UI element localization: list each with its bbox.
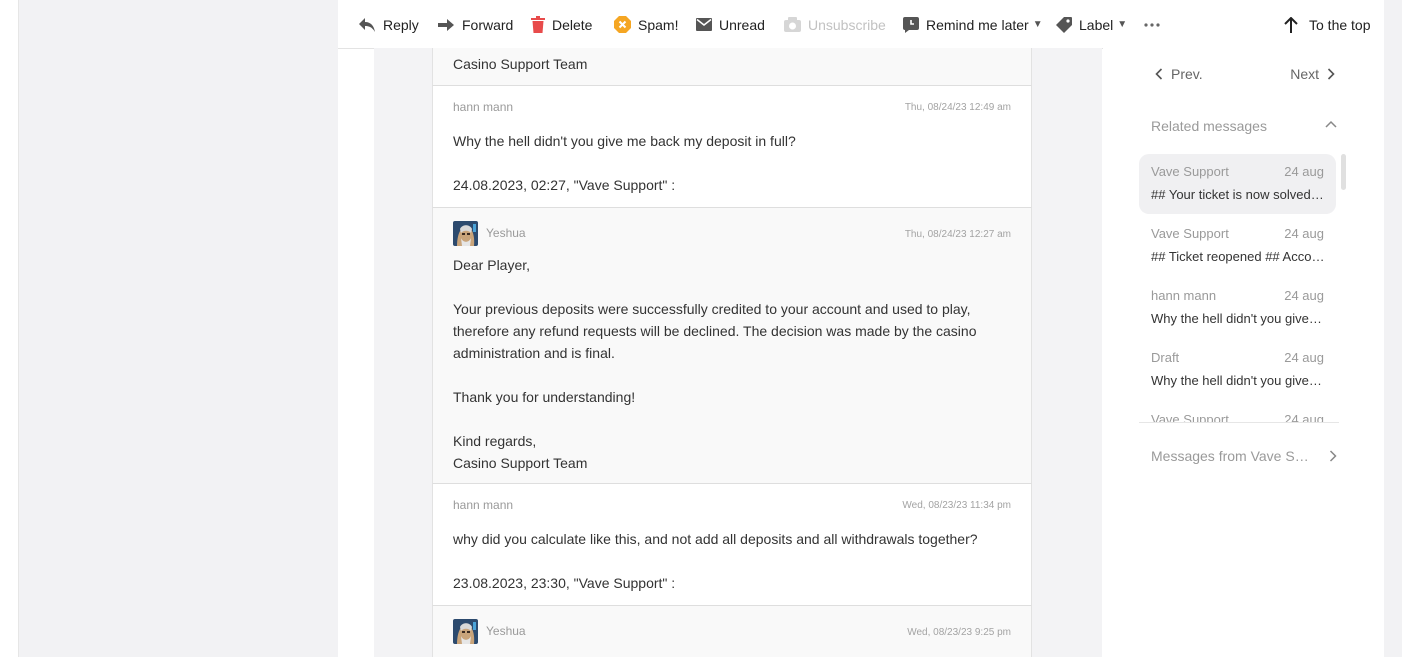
chevron-down-icon: ▼ bbox=[1032, 19, 1043, 30]
message-date: Wed, 08/23/23 9:25 pm bbox=[907, 627, 1011, 638]
quoted-message-partial: Casino Support Team bbox=[432, 48, 1032, 86]
related-from: Vave Support bbox=[1151, 226, 1229, 241]
related-date: 24 aug bbox=[1284, 288, 1324, 303]
reminder-clock-icon bbox=[903, 16, 919, 33]
messages-from-sender-link[interactable]: Messages from Vave Support bbox=[1151, 448, 1337, 464]
message-author: hann mann bbox=[453, 100, 514, 114]
more-actions-button[interactable] bbox=[1144, 1, 1160, 48]
greeting-text: Dear Player, bbox=[453, 257, 531, 273]
message-line: why did you calculate like this, and not… bbox=[453, 531, 978, 547]
to-top-label: To the top bbox=[1309, 16, 1371, 33]
more-dots-icon bbox=[1144, 22, 1160, 27]
list-item[interactable]: Vave Support 24 aug bbox=[1139, 402, 1336, 423]
message-date: Wed, 08/23/23 11:34 pm bbox=[902, 500, 1011, 511]
message-thread: Casino Support Team hann mann Thu, 08/24… bbox=[432, 48, 1032, 657]
spam-icon bbox=[614, 16, 631, 33]
signature-text: Casino Support Team bbox=[453, 56, 588, 72]
message-author: Yeshua bbox=[486, 624, 526, 638]
reply-button[interactable]: Reply bbox=[358, 1, 419, 48]
related-title: Related messages bbox=[1151, 118, 1267, 134]
remind-later-button[interactable]: Remind me later ▼ bbox=[903, 1, 1043, 48]
related-date: 24 aug bbox=[1284, 350, 1324, 365]
chevron-down-icon: ▼ bbox=[1117, 19, 1128, 30]
thanks-text: Thank you for understanding! bbox=[453, 389, 636, 405]
next-label: Next bbox=[1290, 66, 1319, 82]
forward-button[interactable]: Forward bbox=[437, 1, 513, 48]
related-date: 24 aug bbox=[1284, 164, 1324, 179]
quote-header: 24.08.2023, 02:27, "Vave Support" : bbox=[453, 177, 676, 193]
related-from: Vave Support bbox=[1151, 164, 1229, 179]
message-date: Thu, 08/24/23 12:27 am bbox=[904, 229, 1011, 240]
chevron-left-icon bbox=[1155, 68, 1163, 80]
related-messages-list: Vave Support 24 aug ## Your ticket is no… bbox=[1139, 152, 1339, 423]
remind-later-label: Remind me later bbox=[926, 16, 1029, 33]
related-snippet: ## Your ticket is now solved ## bbox=[1151, 187, 1325, 202]
delete-button[interactable]: Delete bbox=[531, 1, 592, 48]
message-toolbar: Reply Forward Delete Spam! Unread Unsubs… bbox=[338, 1, 1384, 49]
next-message-button[interactable]: Next bbox=[1290, 66, 1335, 82]
unsubscribe-label: Unsubscribe bbox=[808, 16, 886, 33]
trash-icon bbox=[531, 16, 545, 33]
message-line: Why the hell didn't you give me back my … bbox=[453, 133, 796, 149]
forward-icon bbox=[438, 18, 454, 31]
related-messages-toggle[interactable]: Related messages bbox=[1151, 118, 1337, 134]
related-from: Draft bbox=[1151, 350, 1180, 365]
unsubscribe-icon bbox=[784, 17, 801, 32]
left-margin bbox=[19, 0, 338, 657]
messages-from-label: Messages from Vave Support bbox=[1151, 448, 1313, 464]
prev-label: Prev. bbox=[1171, 66, 1203, 82]
thread-message[interactable]: Yeshua Wed, 08/23/23 9:25 pm bbox=[432, 606, 1032, 657]
delete-label: Delete bbox=[552, 16, 593, 33]
unread-button[interactable]: Unread bbox=[696, 1, 765, 48]
forward-label: Forward bbox=[462, 16, 514, 33]
spam-label: Spam! bbox=[638, 16, 679, 33]
related-from: Vave Support bbox=[1151, 412, 1229, 423]
side-panel: Prev. Next Related messages Vave Support… bbox=[1103, 48, 1384, 657]
avatar bbox=[453, 619, 478, 644]
message-author: Yeshua bbox=[486, 226, 526, 240]
message-view: Reply Forward Delete Spam! Unread Unsubs… bbox=[338, 0, 1384, 657]
list-item[interactable]: Vave Support 24 aug ## Your ticket is no… bbox=[1139, 154, 1336, 214]
thread-message[interactable]: hann mann Wed, 08/23/23 11:34 pm why did… bbox=[432, 484, 1032, 606]
prev-message-button[interactable]: Prev. bbox=[1155, 66, 1203, 82]
left-edge bbox=[0, 0, 19, 657]
regards-text: Kind regards, bbox=[453, 433, 537, 449]
spam-button[interactable]: Spam! bbox=[614, 1, 678, 48]
arrow-up-icon bbox=[1284, 16, 1298, 33]
related-date: 24 aug bbox=[1284, 226, 1324, 241]
related-scrollbar[interactable] bbox=[1341, 154, 1346, 190]
right-margin bbox=[1384, 0, 1402, 657]
label-label: Label bbox=[1079, 16, 1114, 33]
thread-message[interactable]: Yeshua Thu, 08/24/23 12:27 am Dear Playe… bbox=[432, 208, 1032, 484]
message-author: hann mann bbox=[453, 498, 514, 512]
to-top-button[interactable]: To the top bbox=[1284, 1, 1371, 48]
unread-label: Unread bbox=[719, 16, 765, 33]
list-item[interactable]: hann mann 24 aug Why the hell didn't you… bbox=[1139, 278, 1336, 338]
chevron-right-icon bbox=[1327, 68, 1335, 80]
message-paragraph: Your previous deposits were successfully… bbox=[453, 301, 977, 361]
reply-icon bbox=[359, 17, 375, 32]
avatar bbox=[453, 221, 478, 246]
envelope-icon bbox=[696, 18, 712, 31]
quote-header: 23.08.2023, 23:30, "Vave Support" : bbox=[453, 575, 676, 591]
message-date: Thu, 08/24/23 12:49 am bbox=[904, 102, 1011, 113]
unsubscribe-button[interactable]: Unsubscribe bbox=[784, 1, 886, 48]
reply-label: Reply bbox=[383, 16, 419, 33]
tag-icon bbox=[1056, 16, 1072, 33]
list-item[interactable]: Vave Support 24 aug ## Ticket reopened #… bbox=[1139, 216, 1336, 276]
related-snippet: Why the hell didn't you give me back bbox=[1151, 373, 1325, 388]
related-from: hann mann bbox=[1151, 288, 1217, 303]
label-button[interactable]: Label ▼ bbox=[1056, 1, 1127, 48]
chevron-right-icon bbox=[1329, 450, 1337, 462]
thread-message[interactable]: hann mann Thu, 08/24/23 12:49 am Why the… bbox=[432, 86, 1032, 208]
related-snippet: ## Ticket reopened ## Account bbox=[1151, 249, 1325, 264]
chevron-up-icon bbox=[1325, 120, 1337, 128]
related-snippet: Why the hell didn't you give me back bbox=[1151, 311, 1325, 326]
message-navigation: Prev. Next bbox=[1155, 66, 1335, 88]
related-date: 24 aug bbox=[1284, 412, 1324, 423]
signature-text: Casino Support Team bbox=[453, 455, 588, 471]
list-item[interactable]: Draft 24 aug Why the hell didn't you giv… bbox=[1139, 340, 1336, 400]
